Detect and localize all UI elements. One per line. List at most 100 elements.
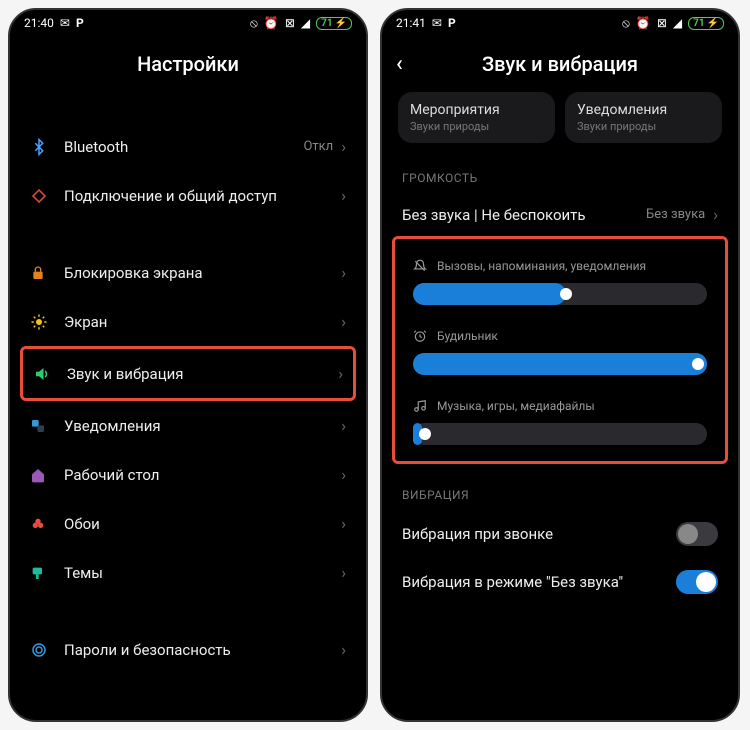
highlight-volume-sliders: Вызовы, напоминания, уведомления Будильн… [392, 236, 728, 464]
settings-row-wallpaper[interactable]: Обои › [10, 499, 366, 548]
row-label: Темы [64, 564, 341, 582]
parking-icon: P [76, 16, 84, 30]
phone-right: 21:41 ✉ P ⦸ ⏰ ⊠ ◢ 71⚡ ‹ Звук и вибрация … [380, 8, 740, 722]
slider-label-text: Будильник [437, 329, 498, 343]
back-button[interactable]: ‹ [396, 52, 403, 77]
slider-media[interactable]: Музыка, игры, медиафайлы [399, 385, 721, 455]
fingerprint-icon [30, 641, 64, 659]
card-subtitle: Звуки природы [577, 120, 710, 133]
slider-label-text: Музыка, игры, медиафайлы [437, 399, 595, 413]
status-bar: 21:40 ✉ P ⦸ ⏰ ⊠ ◢ 71⚡ [10, 10, 366, 36]
card-subtitle: Звуки природы [410, 120, 543, 133]
slider-track[interactable] [413, 423, 707, 445]
alarm-icon: ⏰ [636, 16, 651, 30]
row-label: Пароли и безопасность [64, 641, 341, 659]
row-label: Без звука | Не беспокоить [402, 206, 646, 224]
chevron-right-icon: › [341, 312, 346, 331]
section-vibration: ВИБРАЦИЯ [382, 478, 738, 510]
alarm-clock-icon [413, 329, 427, 343]
slider-alarm[interactable]: Будильник [399, 315, 721, 385]
row-label: Звук и вибрация [67, 365, 338, 383]
settings-list: Bluetooth Откл › Подключение и общий дос… [10, 92, 366, 720]
phone-left: 21:40 ✉ P ⦸ ⏰ ⊠ ◢ 71⚡ Настройки Bluetoot… [8, 8, 368, 722]
mail-icon: ✉ [432, 16, 442, 30]
page-header: ‹ Звук и вибрация [382, 36, 738, 92]
chevron-right-icon: › [341, 186, 346, 205]
row-label: Вибрация в режиме "Без звука" [402, 573, 676, 591]
section-volume: ГРОМКОСТЬ [382, 161, 738, 193]
page-title: Звук и вибрация [482, 52, 638, 76]
row-label: Подключение и общий доступ [64, 187, 341, 205]
status-bar: 21:41 ✉ P ⦸ ⏰ ⊠ ◢ 71⚡ [382, 10, 738, 36]
parking-icon: P [448, 16, 456, 30]
flower-icon [30, 516, 64, 532]
alarm-icon: ⏰ [264, 16, 279, 30]
battery-indicator: 71⚡ [316, 17, 352, 30]
mail-icon: ✉ [60, 16, 70, 30]
signal-icon: ◢ [673, 16, 682, 30]
card-title: Мероприятия [410, 102, 543, 118]
card-notifications[interactable]: Уведомления Звуки природы [565, 92, 722, 143]
row-value: Без звука [646, 207, 705, 222]
chevron-right-icon: › [341, 263, 346, 282]
clock: 21:41 [396, 16, 426, 30]
speaker-icon [33, 365, 67, 383]
row-label: Обои [64, 515, 341, 533]
share-icon [30, 187, 64, 205]
chevron-right-icon: › [341, 137, 346, 156]
settings-row-themes[interactable]: Темы › [10, 548, 366, 597]
vibrate-on-silent-row[interactable]: Вибрация в режиме "Без звука" [382, 558, 738, 606]
dnd-icon: ⦸ [250, 16, 258, 31]
card-events[interactable]: Мероприятия Звуки природы [398, 92, 555, 143]
card-title: Уведомления [577, 102, 710, 118]
slider-track[interactable] [413, 283, 707, 305]
signal-icon: ◢ [301, 16, 310, 30]
bell-off-icon [413, 259, 427, 273]
settings-row-notifications[interactable]: Уведомления › [10, 401, 366, 450]
settings-row-sound[interactable]: Звук и вибрация › [23, 349, 353, 398]
highlight-sound-row: Звук и вибрация › [20, 346, 356, 401]
row-label: Экран [64, 313, 341, 331]
dnd-icon: ⦸ [622, 16, 630, 31]
page-title: Настройки [137, 52, 239, 76]
vibrate-on-ring-row[interactable]: Вибрация при звонке [382, 510, 738, 558]
chevron-right-icon: › [341, 514, 346, 533]
settings-row-share[interactable]: Подключение и общий доступ › [10, 171, 366, 220]
chevron-right-icon: › [341, 416, 346, 435]
settings-row-bluetooth[interactable]: Bluetooth Откл › [10, 122, 366, 171]
sound-settings: Мероприятия Звуки природы Уведомления Зв… [382, 92, 738, 720]
slider-calls[interactable]: Вызовы, напоминания, уведомления [399, 245, 721, 315]
settings-row-passwords[interactable]: Пароли и безопасность › [10, 625, 366, 674]
settings-row-home[interactable]: Рабочий стол › [10, 450, 366, 499]
close-icon: ⊠ [657, 16, 667, 30]
settings-row-lockscreen[interactable]: Блокировка экрана › [10, 248, 366, 297]
battery-indicator: 71⚡ [688, 17, 724, 30]
chevron-right-icon: › [341, 465, 346, 484]
toggle-vibrate-ring[interactable] [676, 522, 718, 546]
row-label: Уведомления [64, 417, 341, 435]
row-label: Рабочий стол [64, 466, 341, 484]
clock: 21:40 [24, 16, 54, 30]
page-header: Настройки [10, 36, 366, 92]
row-label: Блокировка экрана [64, 264, 341, 282]
slider-label-text: Вызовы, напоминания, уведомления [437, 259, 646, 273]
settings-row-display[interactable]: Экран › [10, 297, 366, 346]
notifications-icon [30, 418, 64, 434]
close-icon: ⊠ [285, 16, 295, 30]
sun-icon [30, 313, 64, 331]
home-icon [30, 467, 64, 483]
music-note-icon [413, 399, 427, 413]
chevron-right-icon: › [341, 563, 346, 582]
chevron-right-icon: › [338, 364, 343, 383]
silent-dnd-row[interactable]: Без звука | Не беспокоить Без звука › [382, 193, 738, 236]
row-value: Откл [303, 139, 333, 154]
bluetooth-icon [30, 138, 64, 156]
slider-track[interactable] [413, 353, 707, 375]
chevron-right-icon: › [713, 205, 718, 224]
row-label: Вибрация при звонке [402, 525, 676, 543]
row-label: Bluetooth [64, 138, 303, 156]
brush-icon [30, 565, 64, 581]
lock-icon [30, 265, 64, 281]
toggle-vibrate-silent[interactable] [676, 570, 718, 594]
chevron-right-icon: › [341, 640, 346, 659]
